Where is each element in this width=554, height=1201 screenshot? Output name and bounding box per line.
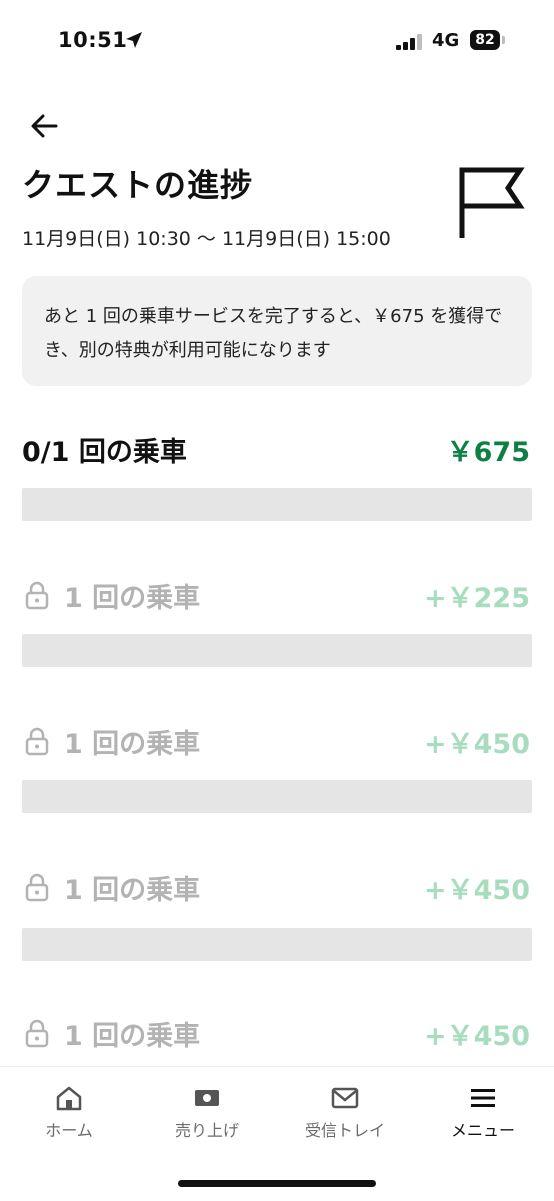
info-message: あと 1 回の乗車サービスを完了すると、￥675 を獲得でき、別の特典が利用可能… [44,306,503,361]
flag-icon [459,167,525,238]
tier-amount: +￥450 [424,729,530,760]
tier-label: 1 回の乗車 [64,1021,201,1052]
earnings-icon [195,1090,219,1106]
tier-label: 1 回の乗車 [64,729,201,760]
progress-label: 0/1 回の乗車 [22,437,187,468]
progress-amount: ￥675 [446,437,530,468]
battery-cap [502,36,505,44]
nav-menu-label: メニュー [450,1121,515,1140]
nav-inbox-label: 受信トレイ [304,1121,385,1140]
inbox-icon [331,1087,359,1109]
battery-icon: 82 [470,30,506,52]
nav-inbox[interactable]: 受信トレイ [276,1085,414,1149]
nav-menu[interactable]: メニュー [414,1085,552,1149]
home-icon [56,1086,82,1111]
cellular-signal-icon [396,34,422,50]
status-bar: 10:51 4G 82 [0,0,554,82]
nav-earnings-label: 売り上げ [174,1121,239,1140]
battery-level: 82 [470,30,500,50]
info-box: あと 1 回の乗車サービスを完了すると、￥675 を獲得でき、別の特典が利用可能… [22,276,532,386]
arrow-left-icon [31,114,58,138]
home-indicator [178,1180,376,1187]
nav-home-label: ホーム [45,1121,93,1140]
tier-amount: +￥450 [424,875,530,906]
date-range: 11月9日(日) 10:30 〜 11月9日(日) 15:00 [22,228,391,250]
tier-bar [22,928,532,961]
network-type: 4G [432,30,460,51]
page-title: クエストの進捗 [22,166,254,204]
lock-icon [25,1019,49,1048]
menu-icon [471,1089,495,1107]
tier-bar [22,634,532,667]
tier-label: 1 回の乗車 [64,875,201,906]
status-time: 10:51 [58,28,128,52]
lock-icon [25,727,49,756]
nav-home[interactable]: ホーム [0,1085,138,1149]
tier-amount: +￥450 [424,1021,530,1052]
lock-icon [25,581,49,610]
progress-bar [22,488,532,521]
location-arrow-icon [126,32,142,48]
tier-bar [22,780,532,813]
back-button[interactable] [26,108,66,144]
tier-label: 1 回の乗車 [64,583,201,614]
lock-icon [25,873,49,902]
tier-amount: +￥225 [424,583,530,614]
nav-earnings[interactable]: 売り上げ [138,1085,276,1149]
